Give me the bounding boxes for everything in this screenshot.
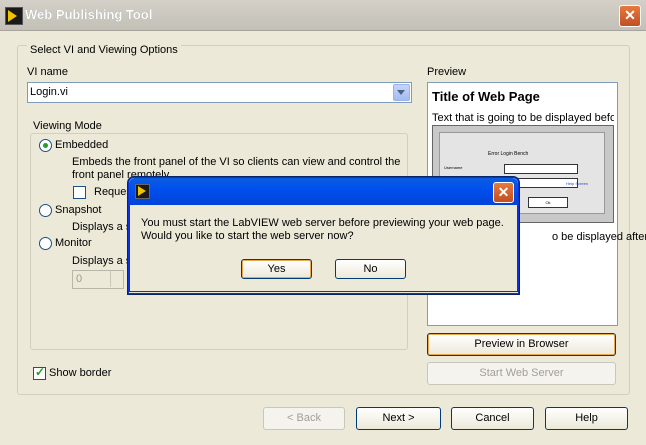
dialog-message-2: Would you like to start the web server n… [141,230,354,242]
window-titlebar[interactable]: Web Publishing Tool ✕ [0,0,646,31]
dialog-message: You must start the LabVIEW web server be… [141,217,504,229]
thumbnail-field-label: Username [444,165,463,170]
preview-title: Title of Web Page [432,89,540,104]
preview-text-before: Text that is going to be displayed befo.… [432,112,614,124]
monitor-radio[interactable] [39,237,52,250]
embedded-radio[interactable] [39,139,52,152]
cancel-button[interactable]: Cancel [451,407,534,430]
thumbnail-ok-button: Ok [528,197,568,208]
preview-in-browser-button[interactable]: Preview in Browser [427,333,616,356]
next-button[interactable]: Next > [356,407,441,430]
start-web-server-button[interactable]: Start Web Server [427,362,616,385]
confirm-dialog: ✕ You must start the LabVIEW web server … [128,177,519,294]
show-border-checkbox[interactable] [33,365,46,380]
window-title: Web Publishing Tool [25,7,153,22]
vi-name-select[interactable]: Login.vi [27,82,412,103]
thumbnail-link: Help Screen [566,181,589,186]
embedded-label: Embedded [55,139,109,151]
preview-text-after: o be displayed after ... [552,231,646,243]
request-control-checkbox[interactable] [73,186,86,199]
help-button[interactable]: Help [545,407,628,430]
options-group-label: Select VI and Viewing Options [27,44,181,56]
embedded-description: Embeds the front panel of the VI so clie… [72,156,401,168]
request-control-label: Reques [94,186,132,198]
stepper-up-icon[interactable] [110,271,123,279]
window-close-button[interactable]: ✕ [619,5,641,27]
monitor-label: Monitor [55,237,92,249]
snapshot-radio[interactable] [39,204,52,217]
monitor-interval-value: 0 [76,273,83,285]
no-button[interactable]: No [335,259,406,279]
yes-button[interactable]: Yes [241,259,312,279]
show-border-label: Show border [49,367,112,379]
monitor-description: Displays a s [72,255,132,267]
viewing-mode-label: Viewing Mode [31,120,104,132]
thumbnail-heading: Error Login Bench [488,151,529,157]
vi-name-label: VI name [27,66,68,78]
snapshot-label: Snapshot [55,204,102,216]
back-button[interactable]: < Back [263,407,345,430]
chevron-down-icon[interactable] [393,84,410,101]
labview-app-icon [135,184,150,199]
dialog-titlebar[interactable]: ✕ [129,178,518,205]
vi-name-value: Login.vi [30,86,68,98]
preview-label: Preview [427,66,467,78]
thumbnail-field [504,164,578,174]
monitor-interval-stepper[interactable]: 0 [72,270,124,289]
labview-app-icon [5,7,23,25]
snapshot-description: Displays a s [72,221,132,233]
dialog-close-button[interactable]: ✕ [493,182,514,203]
stepper-down-icon[interactable] [110,279,123,287]
